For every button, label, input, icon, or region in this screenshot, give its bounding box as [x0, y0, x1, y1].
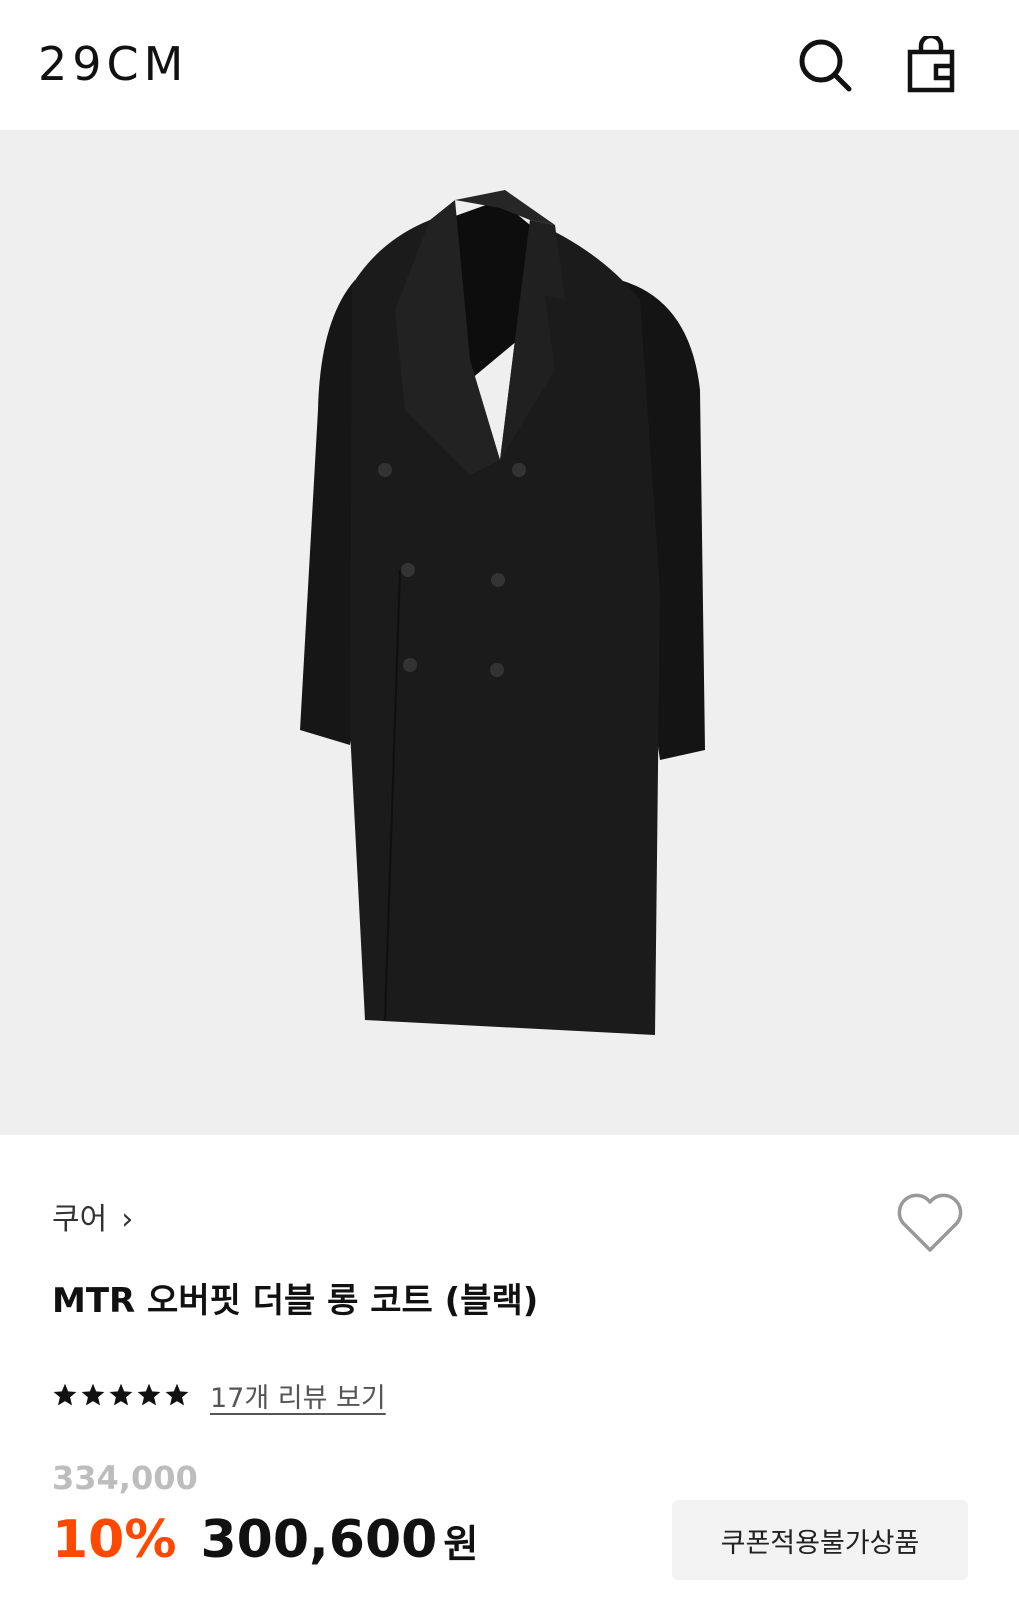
- star-icon: [53, 1383, 77, 1406]
- coat-illustration: [300, 190, 705, 1035]
- coupon-badge: 쿠폰적용불가상품: [672, 1500, 968, 1580]
- shopping-bag-icon: [907, 36, 955, 93]
- heart-icon: [897, 1193, 963, 1252]
- search-icon: [799, 39, 852, 92]
- star-icon: [165, 1383, 189, 1406]
- app-header: 29CM: [0, 0, 1019, 130]
- currency-label: 원: [443, 1522, 479, 1566]
- brand-link[interactable]: 쿠어 ›: [52, 1200, 133, 1240]
- star-icon: [81, 1383, 105, 1406]
- product-image[interactable]: [0, 130, 1019, 1135]
- discount-rate: 10%: [52, 1510, 177, 1570]
- search-button[interactable]: [790, 30, 860, 100]
- cart-button[interactable]: [896, 30, 966, 100]
- sale-price: 300,600: [200, 1510, 438, 1570]
- brand-name: 쿠어: [52, 1202, 108, 1237]
- star-icon: [109, 1383, 133, 1406]
- chevron-right-icon: ›: [121, 1202, 134, 1237]
- logo[interactable]: 29CM: [38, 34, 188, 94]
- rating-stars: [52, 1382, 190, 1408]
- review-link[interactable]: 17개 리뷰 보기: [210, 1376, 386, 1415]
- rating-row: 17개 리뷰 보기: [52, 1375, 386, 1415]
- star-icon: [137, 1383, 161, 1406]
- price-row: 10% 300,600 원: [52, 1510, 478, 1580]
- like-button[interactable]: [895, 1190, 965, 1256]
- product-title: MTR 오버핏 더블 롱 코트 (블랙): [52, 1281, 539, 1321]
- original-price: 334,000: [52, 1459, 198, 1497]
